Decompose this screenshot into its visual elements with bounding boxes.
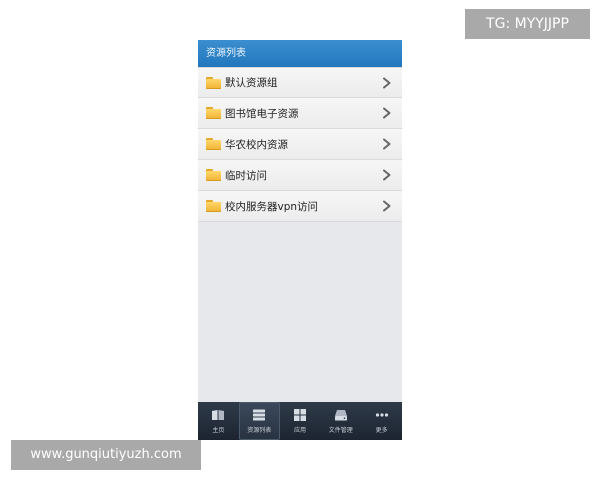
resource-item-label: 校内服务器vpn访问 (225, 200, 319, 213)
tab-label: 文件管理 (328, 427, 353, 434)
resource-item-label: 图书馆电子资源 (225, 107, 299, 120)
folder-icon (206, 107, 221, 119)
resource-item-temporary[interactable]: 临时访问 (198, 160, 402, 191)
chevron-right-icon (383, 107, 391, 119)
more-dots-icon (375, 413, 388, 417)
folder-icon (206, 76, 221, 89)
tab-home[interactable]: 主页 (198, 402, 239, 440)
tab-resource-list[interactable]: 资源列表 (238, 402, 280, 440)
chevron-right-icon (383, 138, 391, 150)
tab-label: 更多 (375, 427, 388, 434)
tab-label: 主页 (212, 427, 225, 434)
resource-item-server-vpn[interactable]: 校内服务器vpn访问 (198, 191, 402, 222)
folder-icon (206, 138, 221, 150)
resource-item-library[interactable]: 图书馆电子资源 (198, 98, 402, 129)
resource-item-label: 华农校内资源 (225, 138, 288, 151)
resource-list: 默认资源组 图书馆电子资源 华农校内资源 临时访问 校内服务器vpn访问 (198, 67, 402, 222)
phone-screen: 资源列表 默认资源组 图书馆电子资源 华农校内资源 临时访问 校内服务器vpn访… (198, 40, 402, 440)
tab-label: 应用 (293, 427, 306, 434)
chevron-right-icon (383, 169, 391, 181)
bottom-tab-bar: 主页 资源列表 应用 文件管理 更多 (198, 402, 402, 440)
resource-item-label: 临时访问 (225, 169, 267, 182)
chevron-right-icon (383, 77, 391, 88)
home-book-icon (212, 410, 225, 420)
list-icon (253, 409, 266, 421)
resource-item-label: 默认资源组 (225, 77, 278, 89)
resource-item-campus[interactable]: 华农校内资源 (198, 129, 402, 160)
tab-label: 资源列表 (247, 427, 272, 434)
page-title: 资源列表 (198, 40, 402, 67)
folder-icon (206, 200, 221, 212)
tab-file-manager[interactable]: 文件管理 (320, 402, 361, 440)
grid-icon (293, 409, 306, 421)
chevron-right-icon (383, 200, 391, 212)
drive-icon (334, 410, 347, 421)
folder-icon (206, 169, 221, 181)
tab-apps[interactable]: 应用 (280, 402, 321, 440)
watermark-tg: TG: MYYJJPP (465, 9, 590, 39)
resource-item-default-group[interactable]: 默认资源组 (198, 67, 402, 98)
watermark-url: www.gunqiutiyuzh.com (11, 440, 201, 470)
tab-more[interactable]: 更多 (361, 402, 402, 440)
